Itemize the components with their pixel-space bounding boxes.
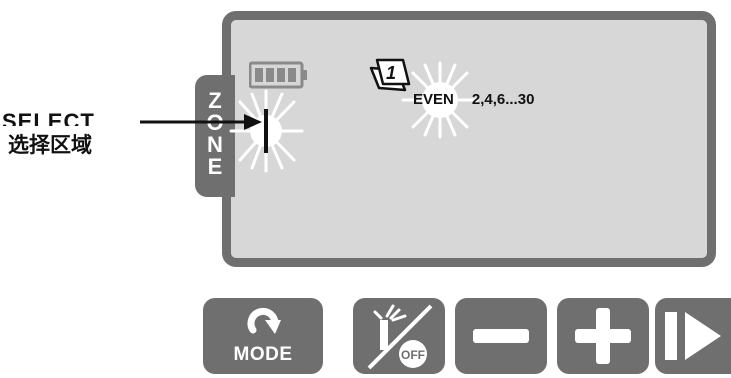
- mode-button-label: MODE: [233, 344, 293, 365]
- next-button[interactable]: [655, 298, 731, 374]
- plus-icon: [575, 308, 631, 364]
- day-number: 1: [386, 63, 396, 83]
- schedule-mode: EVEN: [413, 91, 454, 108]
- schedule-days: 2,4,6...30: [471, 91, 535, 108]
- select-zone-label: 选择区域: [8, 134, 92, 157]
- mode-button[interactable]: MODE: [203, 298, 323, 374]
- zone-letters: Z O N E: [201, 90, 229, 178]
- calendar-day-icon: 1: [369, 58, 411, 92]
- zone-cursor: [264, 109, 268, 153]
- minus-icon: [473, 329, 529, 343]
- next-icon: [665, 312, 721, 360]
- zone-letter: Z: [208, 88, 222, 113]
- zone-letter: N: [207, 132, 223, 157]
- select-label: SELECT: [2, 109, 95, 126]
- off-label: OFF: [401, 348, 425, 362]
- arrow-icon: [140, 114, 262, 130]
- sprinkler-off-icon: OFF: [367, 304, 433, 370]
- schedule-text: EVEN 2,4,6...30: [413, 91, 534, 108]
- minus-button[interactable]: [455, 298, 547, 374]
- sprinkler-off-button[interactable]: OFF: [353, 298, 445, 374]
- zone-letter: E: [207, 154, 223, 179]
- plus-button[interactable]: [557, 298, 649, 374]
